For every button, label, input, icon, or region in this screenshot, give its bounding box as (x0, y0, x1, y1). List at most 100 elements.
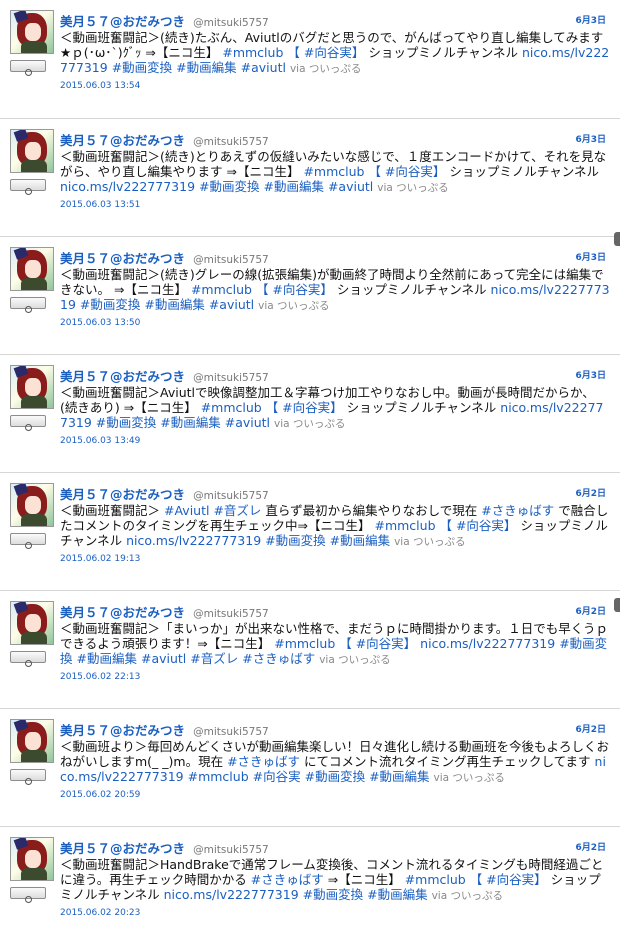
tweet-link[interactable]: #動画変換 (199, 179, 259, 194)
user-handle[interactable]: @mitsuki5757 (193, 372, 269, 384)
user-name[interactable]: 美月５７@おだみつき (60, 723, 185, 738)
tweet-link[interactable]: 【 #向谷実】 (256, 282, 333, 297)
avatar[interactable] (10, 837, 54, 881)
tweet-link[interactable]: #mmclub (274, 636, 335, 651)
tweet-date[interactable]: 6月2日 (575, 722, 606, 735)
tweet-link[interactable]: #aviutl (225, 415, 270, 430)
tweet-link[interactable]: #さきゅばす (251, 872, 324, 887)
tweet-link[interactable]: #動画編集 (77, 651, 137, 666)
tweet-link[interactable]: #動画変換 (305, 769, 365, 784)
tweet-link[interactable]: #音ズレ (213, 503, 261, 518)
tweet-timestamp[interactable]: 2015.06.03 13:50 (60, 318, 140, 328)
favorite-button[interactable] (10, 60, 46, 76)
tweet-link[interactable]: #動画編集 (176, 60, 236, 75)
tweet-link[interactable]: #mmclub (222, 45, 283, 60)
avatar[interactable] (10, 365, 54, 409)
tweet-body: ＜動画班奮闘記＞ #Aviutl #音ズレ 直らず最初から編集やりなおしで現在 … (60, 503, 610, 550)
user-name[interactable]: 美月５７@おだみつき (60, 487, 185, 502)
tweet-link[interactable]: #さきゅばす (242, 651, 315, 666)
tweet-link[interactable]: nico.ms/lv222777319 (126, 533, 261, 548)
tweet-link[interactable]: #さきゅばす (481, 503, 554, 518)
tweet-link[interactable]: #mmclub (191, 282, 252, 297)
tweet-timestamp[interactable]: 2015.06.02 19:13 (60, 554, 140, 564)
user-handle[interactable]: @mitsuki5757 (193, 254, 269, 266)
tweet-link[interactable]: nico.ms/lv222777319 (420, 636, 555, 651)
favorite-button[interactable] (10, 179, 46, 195)
tweet-timestamp[interactable]: 2015.06.02 20:23 (60, 908, 140, 918)
user-handle[interactable]: @mitsuki5757 (193, 17, 269, 29)
tweet-timestamp[interactable]: 2015.06.03 13:49 (60, 436, 140, 446)
favorite-button[interactable] (10, 297, 46, 313)
user-handle[interactable]: @mitsuki5757 (193, 490, 269, 502)
user-name[interactable]: 美月５７@おだみつき (60, 133, 185, 148)
favorite-button[interactable] (10, 415, 46, 431)
tweet-link[interactable]: #aviutl (241, 60, 286, 75)
tweet-date[interactable]: 6月3日 (575, 250, 606, 263)
favorite-button[interactable] (10, 651, 46, 667)
tweet-link[interactable]: #mmclub (405, 872, 466, 887)
tweet-link[interactable]: 【 #向谷実】 (339, 636, 416, 651)
tweet-link[interactable]: #mmclub (188, 769, 249, 784)
tweet-link[interactable]: 【 #向谷実】 (368, 164, 445, 179)
avatar[interactable] (10, 247, 54, 291)
tweet-link[interactable]: #Aviutl (164, 503, 209, 518)
tweet-link[interactable]: #動画編集 (144, 297, 204, 312)
user-name[interactable]: 美月５７@おだみつき (60, 841, 185, 856)
tweet-link[interactable]: #動画変換 (96, 415, 156, 430)
tweet-date[interactable]: 6月3日 (575, 13, 606, 26)
tweet-link[interactable]: 【 #向谷実】 (470, 872, 547, 887)
user-handle[interactable]: @mitsuki5757 (193, 608, 269, 620)
tweet-link[interactable]: #aviutl (141, 651, 186, 666)
tweet-timestamp[interactable]: 2015.06.02 20:59 (60, 790, 140, 800)
user-handle[interactable]: @mitsuki5757 (193, 844, 269, 856)
favorite-button[interactable] (10, 533, 46, 549)
user-name[interactable]: 美月５７@おだみつき (60, 14, 185, 29)
tweet-link[interactable]: #動画変換 (112, 60, 172, 75)
tweet-link[interactable]: #mmclub (374, 518, 435, 533)
avatar[interactable] (10, 719, 54, 763)
tweet-link[interactable]: 【 #向谷実】 (287, 45, 364, 60)
tweet-date[interactable]: 6月3日 (575, 368, 606, 381)
tweet-link[interactable]: #音ズレ (190, 651, 238, 666)
tweet-link[interactable]: #動画変換 (265, 533, 325, 548)
tweet-link[interactable]: #動画編集 (263, 179, 323, 194)
tweet-date[interactable]: 6月3日 (575, 132, 606, 145)
tweet-link[interactable]: #mmclub (303, 164, 364, 179)
tweet-link[interactable]: #動画編集 (367, 887, 427, 902)
scroll-tab[interactable] (614, 598, 620, 612)
favorite-button[interactable] (10, 769, 46, 785)
tweet-link[interactable]: #動画編集 (330, 533, 390, 548)
scroll-tab[interactable] (614, 232, 620, 246)
user-handle[interactable]: @mitsuki5757 (193, 136, 269, 148)
tweet-timestamp[interactable]: 2015.06.02 22:13 (60, 672, 140, 682)
tweet-link[interactable]: #動画変換 (303, 887, 363, 902)
favorite-button[interactable] (10, 887, 46, 903)
tweet-link[interactable]: 【 #向谷実】 (266, 400, 343, 415)
tweet-link[interactable]: #aviutl (209, 297, 254, 312)
tweet-link[interactable]: #向谷実 (253, 769, 301, 784)
user-name[interactable]: 美月５７@おだみつき (60, 605, 185, 620)
tweet-link[interactable]: #aviutl (328, 179, 373, 194)
tweet-timestamp[interactable]: 2015.06.03 13:51 (60, 200, 140, 210)
tweet-link[interactable]: #動画変換 (80, 297, 140, 312)
avatar[interactable] (10, 10, 54, 54)
tweet-timestamp[interactable]: 2015.06.03 13:54 (60, 81, 140, 91)
tweet-date[interactable]: 6月2日 (575, 840, 606, 853)
tweet-text: ＜動画班奮闘記＞ (60, 503, 161, 518)
avatar[interactable] (10, 483, 54, 527)
tweet-link[interactable]: #動画編集 (369, 769, 429, 784)
user-name[interactable]: 美月５７@おだみつき (60, 251, 185, 266)
avatar[interactable] (10, 601, 54, 645)
tweet-link[interactable]: #動画編集 (160, 415, 220, 430)
via-label: via ついっぷる (274, 418, 346, 430)
tweet-link[interactable]: #mmclub (201, 400, 262, 415)
avatar[interactable] (10, 129, 54, 173)
tweet-link[interactable]: #さきゅばす (227, 754, 300, 769)
tweet-date[interactable]: 6月2日 (575, 604, 606, 617)
tweet-link[interactable]: nico.ms/lv222777319 (164, 887, 299, 902)
user-name[interactable]: 美月５７@おだみつき (60, 369, 185, 384)
tweet-link[interactable]: 【 #向谷実】 (439, 518, 516, 533)
user-handle[interactable]: @mitsuki5757 (193, 726, 269, 738)
tweet-date[interactable]: 6月2日 (575, 486, 606, 499)
tweet-link[interactable]: nico.ms/lv222777319 (60, 179, 195, 194)
